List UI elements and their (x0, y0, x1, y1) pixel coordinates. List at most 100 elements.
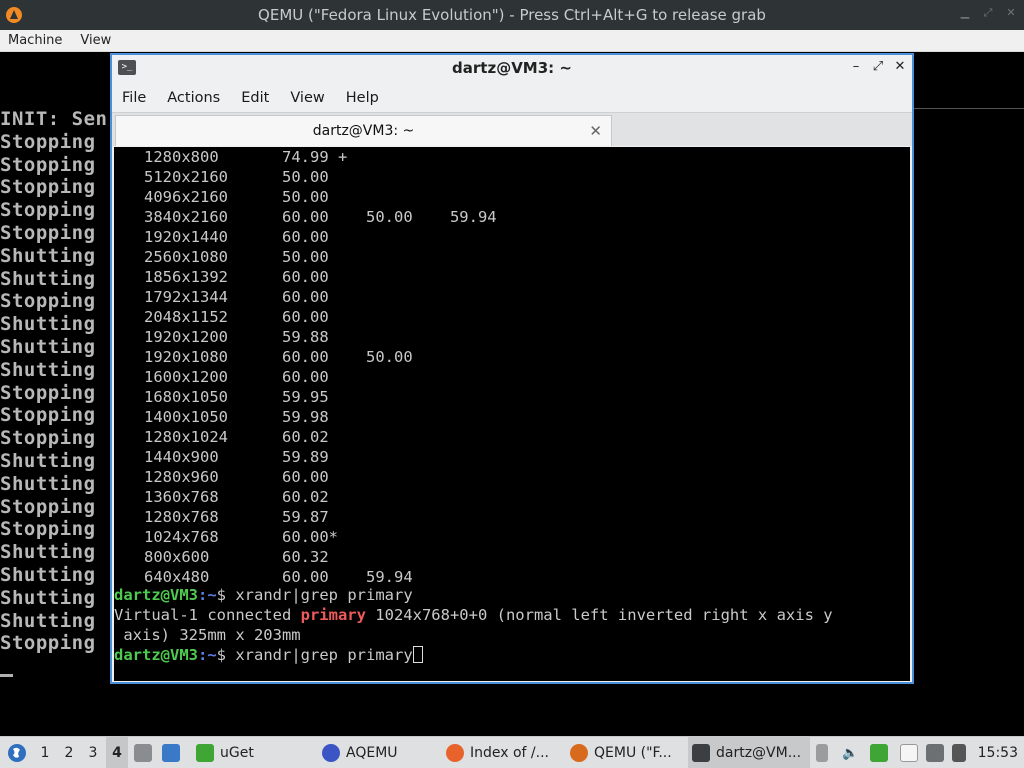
clock[interactable]: 15:53 (978, 737, 1018, 768)
task-label: QEMU ("F... (594, 745, 672, 761)
task-aqemu[interactable]: AQEMU (318, 737, 436, 768)
mode-rates: 60.00 50.00 (282, 348, 413, 366)
menu-help[interactable]: Help (346, 90, 379, 106)
mode-resolution: 1024x768 (144, 528, 219, 546)
prompt-line: dartz@VM3:~$ xrandr|grep primary (114, 585, 413, 605)
mode-line: 1792x1344 60.00 (114, 287, 329, 307)
mode-line: 3840x2160 60.00 50.00 59.94 (114, 207, 497, 227)
menu-view[interactable]: View (80, 33, 111, 48)
console-line: Shutting (0, 541, 96, 564)
output-text: Virtual-1 connected (114, 606, 301, 624)
task-uget[interactable]: uGet (192, 737, 310, 768)
terminal-output[interactable]: 640x480 60.00 59.94 800x600 60.32 1024x768 60… (114, 147, 910, 681)
text-cursor (412, 646, 423, 663)
mode-line: 1024x768 60.00* (114, 527, 338, 547)
workspace-2[interactable]: 2 (58, 737, 80, 768)
mode-line: 1440x900 59.89 (114, 447, 329, 467)
tab-label: dartz@VM3: ~ (312, 123, 415, 139)
mode-rates: 50.00 (282, 188, 329, 206)
terminal-icon (692, 744, 710, 762)
console-cursor (0, 674, 13, 677)
mode-rates: 60.00* (282, 528, 338, 546)
mode-line: 1920x1200 59.88 (114, 327, 329, 347)
mode-rates: 59.88 (282, 328, 329, 346)
qemu-titlebar[interactable]: QEMU ("Fedora Linux Evolution") - Press … (0, 0, 1024, 30)
tab-close-icon[interactable]: ✕ (589, 122, 602, 140)
console-line: Shutting (0, 313, 96, 336)
mode-resolution: 1280x1024 (144, 428, 228, 446)
mode-rates: 60.00 (282, 368, 329, 386)
console-line: Stopping (0, 221, 96, 244)
volume-icon[interactable]: 🔈 (842, 737, 858, 768)
file-manager-launcher[interactable] (134, 737, 158, 768)
mode-line: 2048x1152 60.00 (114, 307, 329, 327)
maximize-icon[interactable]: ⤢ (872, 59, 884, 74)
task-label: dartz@VM... (716, 745, 802, 761)
start-menu-icon (8, 744, 26, 762)
terminal-tab[interactable]: dartz@VM3: ~ ✕ (115, 115, 612, 146)
menu-file[interactable]: File (122, 90, 146, 106)
output-line: Virtual-1 connected primary 1024x768+0+0… (114, 605, 833, 625)
close-icon[interactable]: ✕ (894, 59, 906, 74)
network-icon[interactable] (952, 737, 966, 768)
console-line: Shutting (0, 449, 96, 472)
mode-resolution: 1920x1200 (144, 328, 228, 346)
desktop-icon (162, 744, 180, 762)
menu-edit[interactable]: Edit (241, 90, 269, 106)
uget-tray-icon[interactable] (870, 737, 888, 768)
output-text: 1024x768+0+0 (normal left inverted right… (365, 606, 833, 624)
task-firefox[interactable]: Index of /... (442, 737, 560, 768)
mode-rates: 50.00 (282, 168, 329, 186)
minimize-icon[interactable]: – (850, 59, 862, 74)
close-icon[interactable]: ✕ (1004, 6, 1018, 20)
guest-divider (912, 108, 1024, 109)
mode-resolution: 1280x800 (144, 148, 219, 166)
prompt-user: dartz@VM3 (114, 586, 198, 604)
console-line: Shutting (0, 244, 96, 267)
uget-icon (196, 744, 214, 762)
tray-scroll-icon[interactable] (816, 737, 828, 768)
task-qemu[interactable]: QEMU ("F... (566, 737, 684, 768)
command-text: xrandr|grep primary (235, 646, 413, 664)
task-terminal[interactable]: dartz@VM... (688, 737, 810, 768)
terminal-titlebar[interactable]: >_ dartz@VM3: ~ – ⤢ ✕ (112, 55, 912, 81)
task-label: uGet (220, 745, 254, 761)
menu-actions[interactable]: Actions (167, 90, 220, 106)
clipboard-icon[interactable] (900, 737, 918, 768)
prompt-path: :~ (198, 586, 217, 604)
taskbar: 1 2 3 4 uGet AQEMU Index of /... QEMU ("… (0, 736, 1024, 768)
workspace-1[interactable]: 1 (34, 737, 56, 768)
mode-rates: 59.87 (282, 508, 329, 526)
terminal-title: dartz@VM3: ~ (452, 59, 572, 77)
start-menu-button[interactable] (4, 737, 30, 768)
mode-resolution: 3840x2160 (144, 208, 228, 226)
prompt-path: :~ (198, 646, 217, 664)
console-line: Stopping (0, 404, 96, 427)
mode-line: 1360x768 60.02 (114, 487, 329, 507)
mode-resolution: 1856x1392 (144, 268, 228, 286)
minimize-icon[interactable]: ▁ (958, 6, 972, 20)
desktop-launcher[interactable] (162, 737, 186, 768)
console-line: Shutting (0, 335, 96, 358)
menu-view[interactable]: View (290, 90, 324, 106)
aqemu-icon (322, 744, 340, 762)
task-label: Index of /... (470, 745, 550, 761)
mode-resolution: 800x600 (144, 548, 210, 566)
keyboard-icon[interactable] (926, 737, 944, 768)
mode-resolution: 4096x2160 (144, 188, 228, 206)
mode-rates: 50.00 (282, 248, 329, 266)
mode-rates: 59.89 (282, 448, 329, 466)
mode-resolution: 2048x1152 (144, 308, 228, 326)
mode-line: 1920x1080 60.00 50.00 (114, 347, 413, 367)
mode-resolution: 1440x900 (144, 448, 219, 466)
mode-line: 1400x1050 59.98 (114, 407, 329, 427)
mode-resolution: 1360x768 (144, 488, 219, 506)
workspace-4[interactable]: 4 (106, 737, 128, 768)
workspace-3[interactable]: 3 (82, 737, 104, 768)
mode-rates: 60.00 (282, 288, 329, 306)
maximize-icon[interactable]: ⤢ (981, 6, 995, 20)
console-line: Stopping (0, 495, 96, 518)
output-highlight: primary (300, 606, 366, 624)
menu-machine[interactable]: Machine (8, 33, 62, 48)
mode-line: 1280x960 60.00 (114, 467, 329, 487)
